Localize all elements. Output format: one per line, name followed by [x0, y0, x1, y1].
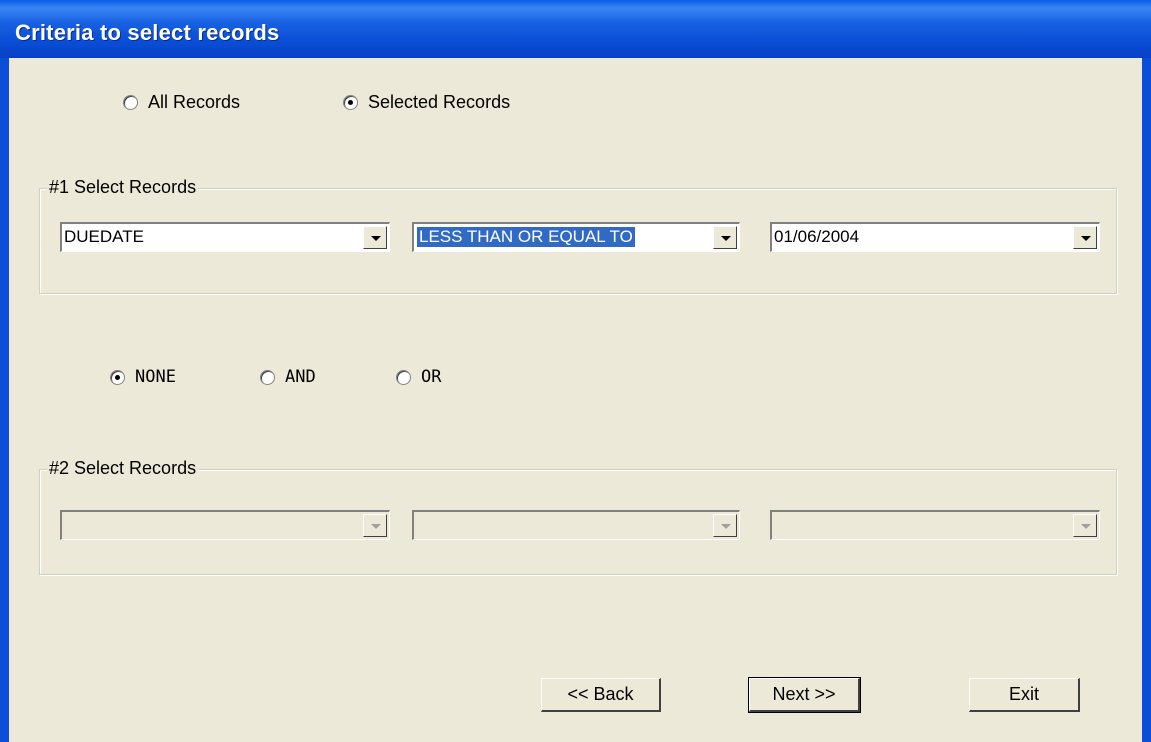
value-combobox-1-value: 01/06/2004 — [774, 227, 860, 246]
radio-circle-icon — [123, 95, 138, 110]
operator-combobox-1[interactable]: LESS THAN OR EQUAL TO — [412, 222, 740, 252]
chevron-down-icon[interactable] — [1073, 226, 1097, 249]
group-2-legend: #2 Select Records — [47, 458, 199, 479]
next-button[interactable]: Next >> — [748, 677, 861, 713]
radio-all-records-label: All Records — [148, 92, 241, 112]
radio-circle-icon — [260, 369, 275, 385]
group-1-legend: #1 Select Records — [47, 177, 199, 198]
chevron-down-icon[interactable] — [713, 514, 737, 537]
chevron-down-icon[interactable] — [363, 226, 387, 249]
radio-or[interactable]: OR — [396, 367, 441, 387]
radio-or-label: OR — [421, 367, 442, 387]
back-button[interactable]: << Back — [541, 678, 661, 712]
radio-circle-checked-icon — [343, 95, 358, 110]
radio-and-label: AND — [285, 367, 316, 387]
value-combobox-1[interactable]: 01/06/2004 — [770, 222, 1100, 252]
field-combobox-1-value: DUEDATE — [64, 227, 144, 246]
field-combobox-2[interactable] — [60, 510, 390, 540]
radio-selected-records[interactable]: Selected Records — [343, 92, 510, 113]
operator-combobox-2[interactable] — [412, 510, 740, 540]
chevron-down-icon[interactable] — [713, 226, 737, 249]
radio-circle-checked-icon — [110, 369, 125, 385]
radio-selected-records-label: Selected Records — [368, 92, 511, 112]
radio-all-records[interactable]: All Records — [123, 92, 240, 113]
radio-circle-icon — [396, 369, 411, 385]
window-title: Criteria to select records — [15, 20, 280, 45]
chevron-down-icon[interactable] — [363, 514, 387, 537]
radio-and[interactable]: AND — [260, 367, 316, 387]
operator-combobox-1-value: LESS THAN OR EQUAL TO — [417, 227, 635, 247]
radio-none[interactable]: NONE — [110, 367, 176, 387]
exit-button[interactable]: Exit — [969, 678, 1080, 712]
window-left-border — [0, 58, 9, 742]
value-combobox-2[interactable] — [770, 510, 1100, 540]
field-combobox-1[interactable]: DUEDATE — [60, 222, 390, 252]
radio-none-label: NONE — [135, 367, 176, 387]
window-right-border — [1142, 58, 1151, 742]
title-bar[interactable]: Criteria to select records — [0, 0, 1151, 58]
chevron-down-icon[interactable] — [1073, 514, 1097, 537]
